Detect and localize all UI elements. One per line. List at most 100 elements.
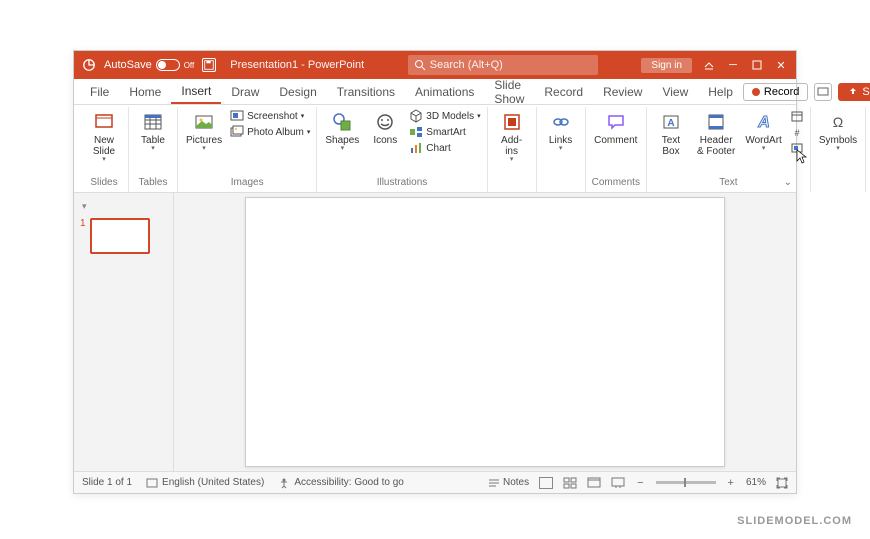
slide-number-button[interactable]: # [790,125,804,139]
addins-icon [501,111,523,133]
chevron-down-icon: ▾ [151,146,155,152]
photo-album-button[interactable]: Photo Album ▾ [230,125,310,139]
normal-view-button[interactable] [539,477,553,489]
addins-label: Add- ins [501,135,522,157]
tab-insert[interactable]: Insert [171,80,221,104]
group-tables: Table ▾ Tables [129,107,178,192]
3d-models-button[interactable]: 3D Models ▾ [409,109,480,123]
photo-album-label: Photo Album [247,127,304,138]
autosave-toggle[interactable]: AutoSave Off [104,59,194,71]
document-title: Presentation1 - PowerPoint [230,59,364,71]
titlebar-left: AutoSave Off Presentation1 - PowerPoint [82,58,364,72]
pictures-button[interactable]: Pictures ▾ [184,109,224,154]
branding-watermark: SLIDEMODEL.COM [737,515,852,527]
group-comments-label: Comments [592,177,640,190]
links-button[interactable]: Links ▾ [543,109,579,154]
titlebar-right: Sign in ─ ✕ [641,58,788,73]
minimize-button[interactable]: ─ [726,58,740,72]
slide-canvas[interactable] [245,197,725,467]
notes-button[interactable]: Notes [488,477,529,488]
symbols-button[interactable]: Ω Symbols ▾ [817,109,859,154]
maximize-button[interactable] [750,58,764,72]
date-time-button[interactable] [790,109,804,123]
chevron-down-icon: ▾ [762,146,766,152]
3d-models-label: 3D Models [426,111,474,122]
textbox-button[interactable]: A Text Box [653,109,689,159]
smartart-button[interactable]: SmartArt [409,125,480,139]
chevron-down-icon: ▾ [477,112,481,120]
wordart-button[interactable]: A WordArt ▾ [743,109,784,154]
object-button[interactable] [790,141,804,155]
chart-icon [409,141,423,155]
header-footer-icon [705,111,727,133]
comment-label: Comment [594,135,637,146]
tab-home[interactable]: Home [119,81,171,103]
zoom-slider[interactable] [656,481,716,484]
thumbnail-pane[interactable]: ▾ 1 [74,193,174,471]
new-slide-button[interactable]: New Slide ▾ [86,109,122,165]
search-placeholder: Search (Alt+Q) [430,59,503,71]
tab-review[interactable]: Review [593,81,652,103]
date-time-icon [790,109,804,123]
present-mode-button[interactable] [814,83,832,101]
icons-button[interactable]: Icons [367,109,403,148]
group-images-label: Images [231,177,264,190]
save-icon[interactable] [202,58,216,72]
tab-draw[interactable]: Draw [221,81,269,103]
record-button[interactable]: Record [743,83,808,101]
share-button[interactable]: Share [838,83,870,101]
tab-design[interactable]: Design [269,81,326,103]
addins-button[interactable]: Add- ins ▾ [494,109,530,165]
table-button[interactable]: Table ▾ [135,109,171,154]
chevron-down-icon: ▾ [341,146,345,152]
header-footer-label: Header & Footer [697,135,735,157]
close-button[interactable]: ✕ [774,58,788,72]
workspace: ▾ 1 [74,193,796,471]
zoom-level[interactable]: 61% [746,477,766,488]
zoom-out-button[interactable]: − [635,477,645,489]
sign-in-button[interactable]: Sign in [641,58,692,73]
toggle-shape [156,59,180,71]
slide-thumbnail-1[interactable] [90,218,150,254]
chevron-down-icon: ▾ [510,157,514,163]
comment-button[interactable]: Comment [592,109,639,148]
ribbon-display-icon[interactable] [702,58,716,72]
slide-counter[interactable]: Slide 1 of 1 [82,477,132,488]
autosave-state: Off [184,61,195,70]
search-box[interactable]: Search (Alt+Q) [408,55,598,75]
zoom-in-button[interactable]: + [726,477,736,489]
links-icon [550,111,572,133]
svg-text:A: A [757,114,770,131]
slide-sorter-view-button[interactable] [563,477,577,489]
smartart-label: SmartArt [426,127,465,138]
collapse-ribbon-button[interactable]: ⌄ [784,177,792,188]
tab-view[interactable]: View [652,81,698,103]
tab-transitions[interactable]: Transitions [327,81,405,103]
tab-file[interactable]: File [80,81,119,103]
new-slide-icon [93,111,115,133]
group-addins: Add- ins ▾ [488,107,537,192]
share-icon [848,87,858,97]
fit-to-window-button[interactable] [776,477,788,489]
language-indicator[interactable]: English (United States) [146,477,264,489]
thumbnail-row[interactable]: 1 [78,216,169,256]
canvas-area [174,193,796,471]
group-text-label: Text [719,177,737,190]
record-dot-icon [752,88,760,96]
tab-record[interactable]: Record [534,81,593,103]
chevron-down-icon: ▾ [559,146,563,152]
tab-help[interactable]: Help [698,81,743,103]
tab-animations[interactable]: Animations [405,81,484,103]
slideshow-view-button[interactable] [611,477,625,489]
reading-view-button[interactable] [587,477,601,489]
shapes-button[interactable]: Shapes ▾ [323,109,361,154]
powerpoint-window: AutoSave Off Presentation1 - PowerPoint … [73,50,797,494]
chevron-down-icon: ▾ [307,128,311,136]
quick-access-dropdown[interactable]: ▾ [78,201,169,216]
table-icon [142,111,164,133]
header-footer-button[interactable]: Header & Footer [695,109,737,159]
accessibility-indicator[interactable]: Accessibility: Good to go [278,477,404,489]
group-comments: Comment Comments [586,107,647,192]
chart-button[interactable]: Chart [409,141,480,155]
screenshot-button[interactable]: Screenshot ▾ [230,109,310,123]
